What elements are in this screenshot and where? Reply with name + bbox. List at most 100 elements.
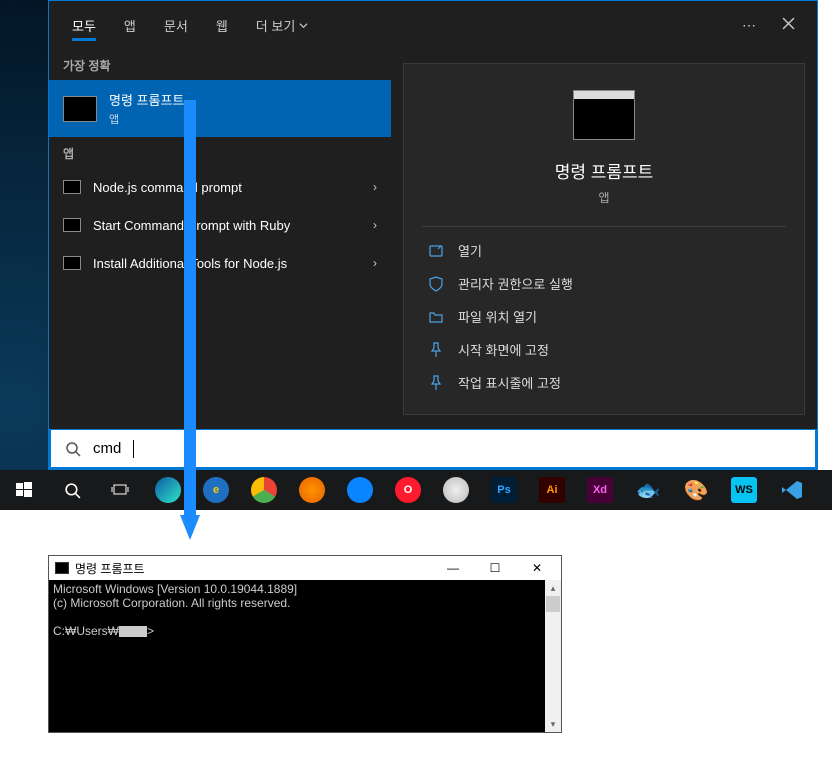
more-options-button[interactable]: ⋯ bbox=[730, 9, 768, 42]
desktop-background-strip bbox=[0, 0, 48, 510]
chrome-icon bbox=[251, 477, 277, 503]
taskbar-app-fish[interactable]: 🐟 bbox=[624, 470, 672, 510]
section-best-match: 가장 정확 bbox=[49, 49, 391, 80]
safari-icon bbox=[443, 477, 469, 503]
search-input[interactable]: cmd bbox=[93, 440, 121, 457]
taskbar-app-figma[interactable]: 🎨 bbox=[672, 470, 720, 510]
scroll-down-button[interactable]: ▾ bbox=[545, 716, 561, 732]
close-button[interactable] bbox=[770, 9, 807, 41]
thunderbird-icon bbox=[347, 477, 373, 503]
taskbar-app-opera[interactable]: O bbox=[384, 470, 432, 510]
preview-pane: 명령 프롬프트 앱 열기 관리자 권한으로 실행 파일 위치 열기 bbox=[403, 63, 805, 415]
cmd-icon bbox=[63, 218, 81, 232]
app-result[interactable]: Install Additional Tools for Node.js › bbox=[49, 244, 391, 282]
taskbar-app-vscode[interactable] bbox=[768, 470, 816, 510]
minimize-button[interactable]: — bbox=[435, 561, 471, 575]
scrollbar[interactable]: ▴ ▾ bbox=[545, 580, 561, 732]
xd-icon: Xd bbox=[587, 477, 613, 503]
task-view-button[interactable] bbox=[96, 470, 144, 510]
action-label: 작업 표시줄에 고정 bbox=[458, 373, 561, 392]
cmd-output[interactable]: Microsoft Windows [Version 10.0.19044.18… bbox=[49, 580, 561, 732]
preview-subtitle: 앱 bbox=[422, 189, 786, 206]
best-match-text: 명령 프롬프트 앱 bbox=[109, 90, 377, 127]
taskbar-app-safari[interactable] bbox=[432, 470, 480, 510]
action-label: 관리자 권한으로 실행 bbox=[458, 274, 573, 293]
redacted-username bbox=[119, 626, 147, 637]
opera-icon: O bbox=[395, 477, 421, 503]
cmd-prompt-suffix: > bbox=[147, 624, 154, 638]
taskbar-search-button[interactable] bbox=[48, 470, 96, 510]
cmd-line: Microsoft Windows [Version 10.0.19044.18… bbox=[53, 582, 297, 596]
start-search-panel: 모두 앱 문서 웹 더 보기 ⋯ 가장 정확 명령 프롬프트 앱 앱 bbox=[48, 0, 818, 470]
close-icon bbox=[782, 17, 795, 30]
section-apps: 앱 bbox=[49, 137, 391, 168]
start-button[interactable] bbox=[0, 470, 48, 510]
taskbar-app-webstorm[interactable]: WS bbox=[720, 470, 768, 510]
action-label: 파일 위치 열기 bbox=[458, 307, 537, 326]
tab-more[interactable]: 더 보기 bbox=[243, 4, 322, 47]
maximize-button[interactable]: ☐ bbox=[477, 561, 513, 575]
action-run-admin[interactable]: 관리자 권한으로 실행 bbox=[428, 274, 786, 293]
cmd-window: 명령 프롬프트 — ☐ ✕ Microsoft Windows [Version… bbox=[48, 555, 562, 733]
chevron-right-icon: › bbox=[373, 218, 377, 232]
tab-all[interactable]: 모두 bbox=[59, 4, 109, 47]
taskbar-app-illustrator[interactable]: Ai bbox=[528, 470, 576, 510]
firefox-icon bbox=[299, 477, 325, 503]
cmd-line: (c) Microsoft Corporation. All rights re… bbox=[53, 596, 290, 610]
best-match-title: 명령 프롬프트 bbox=[109, 90, 377, 109]
taskbar-app-xd[interactable]: Xd bbox=[576, 470, 624, 510]
annotation-arrow bbox=[180, 100, 200, 540]
cmd-titlebar[interactable]: 명령 프롬프트 — ☐ ✕ bbox=[49, 556, 561, 580]
best-match-subtitle: 앱 bbox=[109, 111, 377, 127]
windows-icon bbox=[16, 482, 32, 498]
app-result[interactable]: Node.js command prompt › bbox=[49, 168, 391, 206]
app-result-label: Install Additional Tools for Node.js bbox=[93, 256, 361, 271]
search-icon bbox=[65, 441, 81, 457]
cmd-icon bbox=[63, 96, 97, 122]
tab-docs[interactable]: 문서 bbox=[151, 4, 201, 47]
tab-more-label: 더 보기 bbox=[256, 16, 296, 35]
photoshop-icon: Ps bbox=[491, 477, 517, 503]
action-label: 열기 bbox=[458, 241, 482, 260]
preview-app-icon bbox=[573, 90, 635, 140]
preview-actions: 열기 관리자 권한으로 실행 파일 위치 열기 시작 화면에 고정 bbox=[422, 241, 786, 392]
chevron-down-icon bbox=[299, 21, 308, 30]
action-open[interactable]: 열기 bbox=[428, 241, 786, 260]
best-match-result[interactable]: 명령 프롬프트 앱 bbox=[49, 80, 391, 137]
task-view-icon bbox=[111, 481, 129, 499]
action-pin-taskbar[interactable]: 작업 표시줄에 고정 bbox=[428, 373, 786, 392]
cmd-title: 명령 프롬프트 bbox=[75, 560, 145, 577]
scroll-up-button[interactable]: ▴ bbox=[545, 580, 561, 596]
taskbar-app-thunderbird[interactable] bbox=[336, 470, 384, 510]
edge-icon bbox=[155, 477, 181, 503]
app-result[interactable]: Start Command Prompt with Ruby › bbox=[49, 206, 391, 244]
pin-icon bbox=[428, 375, 444, 391]
app-result-label: Node.js command prompt bbox=[93, 180, 361, 195]
tab-web[interactable]: 웹 bbox=[203, 4, 241, 47]
cmd-icon bbox=[55, 562, 69, 574]
action-pin-start[interactable]: 시작 화면에 고정 bbox=[428, 340, 786, 359]
cmd-icon bbox=[63, 180, 81, 194]
pin-icon bbox=[428, 342, 444, 358]
figma-icon: 🎨 bbox=[683, 477, 709, 503]
chevron-right-icon: › bbox=[373, 256, 377, 270]
vscode-icon bbox=[779, 477, 805, 503]
taskbar: e O Ps Ai Xd 🐟 🎨 WS bbox=[0, 470, 832, 510]
preview-pane-wrap: 명령 프롬프트 앱 열기 관리자 권한으로 실행 파일 위치 열기 bbox=[391, 49, 817, 429]
close-button[interactable]: ✕ bbox=[519, 561, 555, 575]
ie-icon: e bbox=[203, 477, 229, 503]
search-tabs: 모두 앱 문서 웹 더 보기 ⋯ bbox=[49, 1, 817, 49]
taskbar-app-firefox[interactable] bbox=[288, 470, 336, 510]
cmd-icon bbox=[63, 256, 81, 270]
action-open-location[interactable]: 파일 위치 열기 bbox=[428, 307, 786, 326]
illustrator-icon: Ai bbox=[539, 477, 565, 503]
app-result-label: Start Command Prompt with Ruby bbox=[93, 218, 361, 233]
tab-apps[interactable]: 앱 bbox=[111, 4, 149, 47]
search-icon bbox=[64, 482, 81, 499]
taskbar-app-photoshop[interactable]: Ps bbox=[480, 470, 528, 510]
text-caret bbox=[133, 440, 134, 458]
shield-icon bbox=[428, 276, 444, 292]
taskbar-app-chrome[interactable] bbox=[240, 470, 288, 510]
search-bar[interactable]: cmd bbox=[49, 429, 817, 469]
preview-title: 명령 프롬프트 bbox=[422, 158, 786, 183]
